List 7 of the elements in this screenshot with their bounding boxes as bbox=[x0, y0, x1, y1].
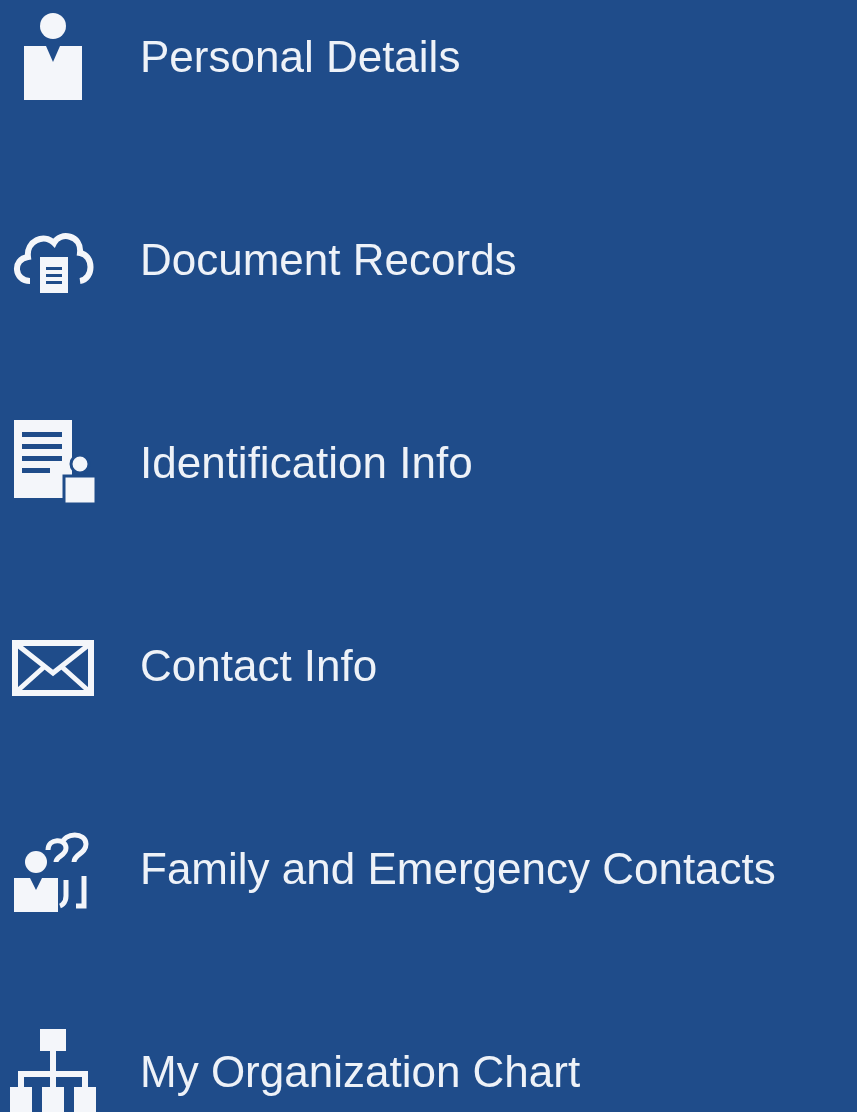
menu-item[interactable]: Identification Info bbox=[0, 406, 857, 520]
menu-item[interactable]: Family and Emergency Contacts bbox=[0, 812, 857, 926]
menu-item[interactable]: My Organization Chart bbox=[0, 1015, 857, 1112]
menu-item[interactable]: Document Records bbox=[0, 203, 857, 317]
menu-item[interactable]: Personal Details bbox=[0, 0, 857, 114]
menu-item[interactable]: Contact Info bbox=[0, 609, 857, 723]
org-chart-icon bbox=[10, 1027, 96, 1112]
